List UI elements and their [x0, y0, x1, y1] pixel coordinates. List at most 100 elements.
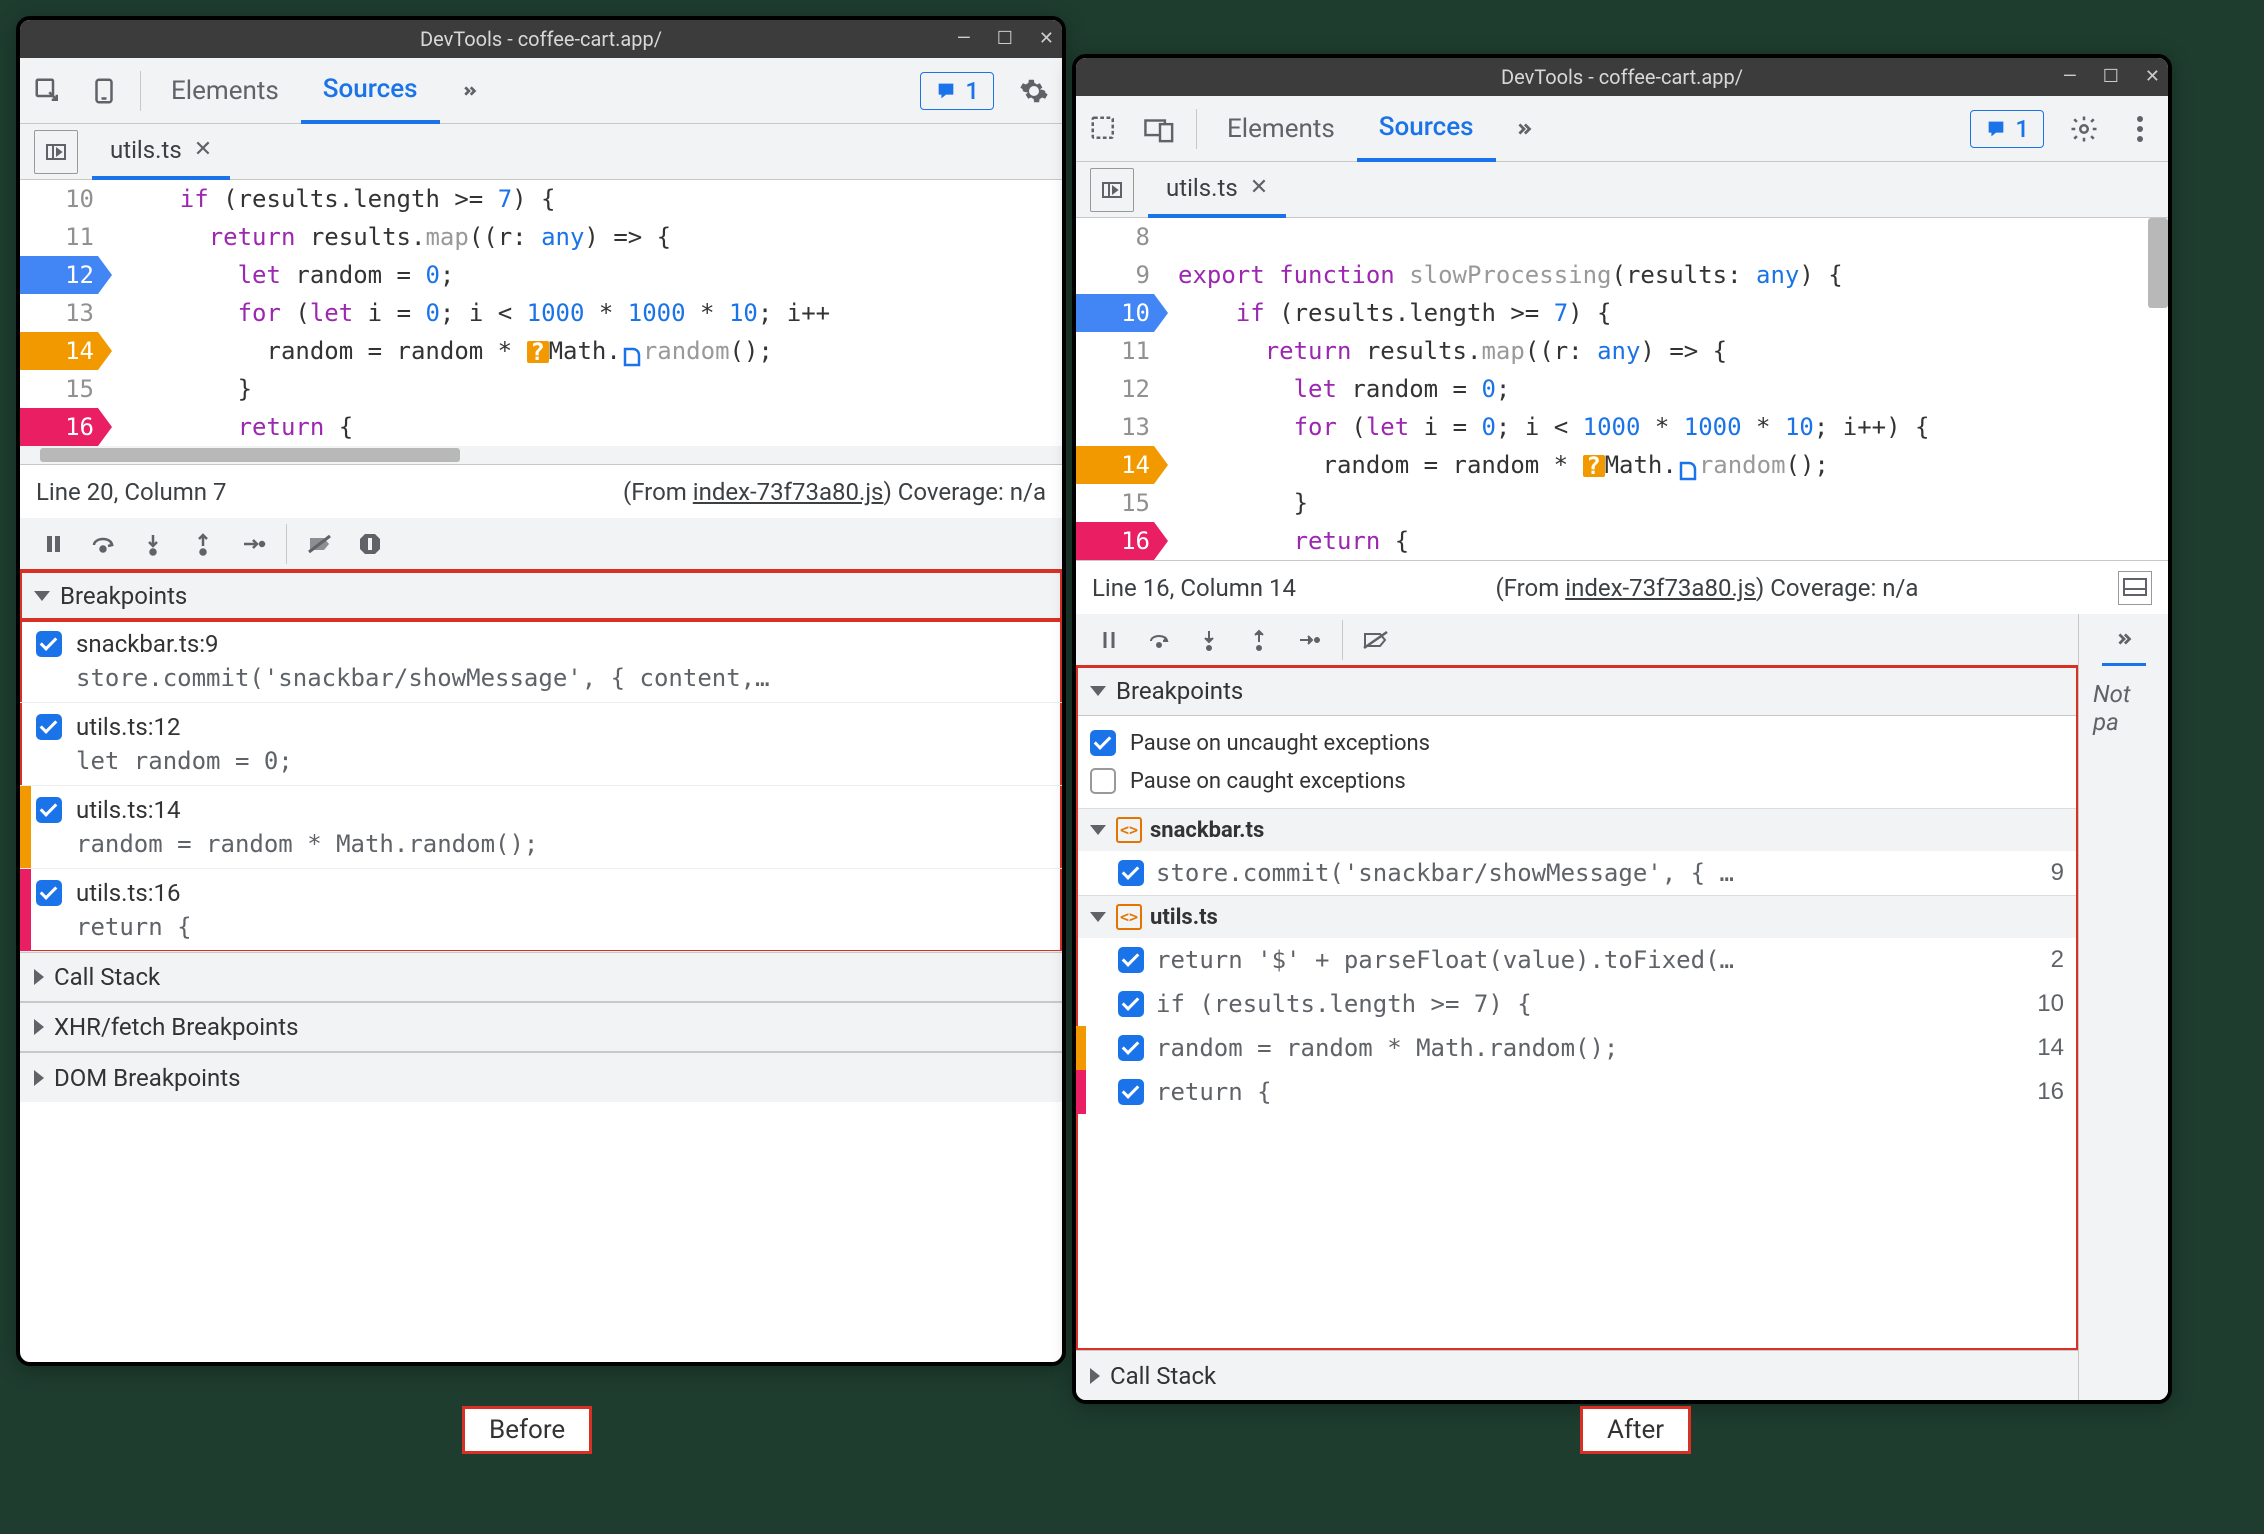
tab-elements[interactable]: Elements [149, 58, 301, 124]
step-over-icon[interactable] [1138, 619, 1180, 661]
gutter-line[interactable]: 15 [1076, 484, 1168, 522]
breakpoint-item[interactable]: utils.ts:12let random = 0; [20, 703, 1062, 786]
breakpoint-checkbox[interactable] [1118, 1079, 1144, 1105]
section-breakpoints[interactable]: Breakpoints [20, 570, 1062, 620]
code-line[interactable]: export function slowProcessing(results: … [1168, 256, 1843, 294]
inspect-icon[interactable] [1082, 107, 1126, 151]
breakpoint-checkbox[interactable] [36, 631, 62, 657]
section-call-stack[interactable]: Call Stack [1076, 1350, 2078, 1400]
gutter-line[interactable]: 16••• [1076, 522, 1168, 560]
gutter-line[interactable]: 13 [20, 294, 112, 332]
maximize-icon[interactable]: ☐ [997, 30, 1013, 48]
step-icon[interactable] [232, 523, 274, 565]
pause-exceptions-icon[interactable] [349, 523, 391, 565]
section-call-stack[interactable]: Call Stack [20, 952, 1062, 1002]
close-tab-icon[interactable]: ✕ [194, 137, 212, 162]
deactivate-breakpoints-icon[interactable] [1355, 619, 1397, 661]
toggle-navigator-icon[interactable] [1090, 168, 1134, 212]
breakpoint-item[interactable]: random = random * Math.random();14 [1076, 1026, 2078, 1070]
messages-pill[interactable]: 1 [1970, 110, 2044, 148]
messages-pill[interactable]: 1 [920, 72, 994, 110]
section-breakpoints[interactable]: Breakpoints [1076, 666, 2078, 716]
h-scrollbar[interactable] [40, 448, 460, 462]
breakpoint-item[interactable]: store.commit('snackbar/showMessage', { …… [1076, 851, 2078, 895]
breakpoint-checkbox[interactable] [1118, 991, 1144, 1017]
tab-sources[interactable]: Sources [1357, 96, 1496, 162]
breakpoint-group-header[interactable]: <>snackbar.ts [1076, 808, 2078, 851]
breakpoint-item[interactable]: if (results.length >= 7) {10 [1076, 982, 2078, 1026]
code-line[interactable]: for (let i = 0; i < 1000 * 1000 * 10; i+… [1168, 408, 1929, 446]
breakpoint-checkbox[interactable] [1118, 947, 1144, 973]
gutter-line[interactable]: 9 [1076, 256, 1168, 294]
breakpoint-item[interactable]: snackbar.ts:9store.commit('snackbar/show… [20, 620, 1062, 703]
step-out-icon[interactable] [1238, 619, 1280, 661]
step-into-icon[interactable] [132, 523, 174, 565]
close-icon[interactable]: ✕ [2145, 68, 2160, 86]
toggle-navigator-icon[interactable] [34, 130, 78, 174]
minimize-icon[interactable]: ― [2063, 68, 2077, 86]
tab-elements[interactable]: Elements [1205, 96, 1357, 162]
section-xhr-breakpoints[interactable]: XHR/fetch Breakpoints [20, 1002, 1062, 1052]
gutter-line[interactable]: 11 [1076, 332, 1168, 370]
step-over-icon[interactable] [82, 523, 124, 565]
gutter-line[interactable]: 12 [1076, 370, 1168, 408]
code-line[interactable]: if (results.length >= 7) { [1168, 294, 1612, 332]
maximize-icon[interactable]: ☐ [2103, 68, 2119, 86]
breakpoint-group-header[interactable]: <>utils.ts [1076, 895, 2078, 938]
gutter-line[interactable]: 10 [20, 180, 112, 218]
gutter-line[interactable]: 12 [20, 256, 112, 294]
pause-icon[interactable] [32, 523, 74, 565]
code-line[interactable]: } [112, 370, 252, 408]
breakpoint-checkbox[interactable] [36, 714, 62, 740]
gutter-line[interactable]: 13 [1076, 408, 1168, 446]
breakpoint-item[interactable]: utils.ts:16return { [20, 869, 1062, 952]
step-out-icon[interactable] [182, 523, 224, 565]
code-line[interactable]: let random = 0; [112, 256, 454, 294]
gutter-line[interactable]: 11 [20, 218, 112, 256]
minimize-icon[interactable]: ― [957, 30, 971, 48]
breakpoint-item[interactable]: return '$' + parseFloat(value).toFixed(…… [1076, 938, 2078, 982]
checkbox[interactable] [1090, 730, 1116, 756]
code-line[interactable]: let random = 0; [1168, 370, 1510, 408]
pause-icon[interactable] [1088, 619, 1130, 661]
code-editor[interactable]: 89export function slowProcessing(results… [1076, 218, 2168, 560]
breakpoint-item[interactable]: utils.ts:14random = random * Math.random… [20, 786, 1062, 869]
code-line[interactable] [1168, 218, 1178, 256]
breakpoint-item[interactable]: return {16 [1076, 1070, 2078, 1114]
code-editor[interactable]: 10 if (results.length >= 7) {11 return r… [20, 180, 1062, 446]
toggle-panel-icon[interactable] [2118, 571, 2152, 605]
code-line[interactable]: return { [1168, 522, 1409, 560]
file-tab-utils[interactable]: utils.ts ✕ [1148, 162, 1286, 218]
breakpoint-checkbox[interactable] [1118, 860, 1144, 886]
step-into-icon[interactable] [1188, 619, 1230, 661]
more-tabs-icon[interactable] [1502, 107, 1546, 151]
gutter-line[interactable]: 16••• [20, 408, 112, 446]
more-tabs-icon[interactable] [2102, 622, 2146, 666]
settings-icon[interactable] [2062, 107, 2106, 151]
close-icon[interactable]: ✕ [1039, 30, 1054, 48]
pause-option[interactable]: Pause on caught exceptions [1090, 762, 2064, 800]
code-line[interactable]: return results.map((r: any) => { [1168, 332, 1727, 370]
checkbox[interactable] [1090, 768, 1116, 794]
inspect-icon[interactable] [26, 69, 70, 113]
pause-option[interactable]: Pause on uncaught exceptions [1090, 724, 2064, 762]
breakpoint-checkbox[interactable] [36, 797, 62, 823]
section-dom-breakpoints[interactable]: DOM Breakpoints [20, 1052, 1062, 1102]
gutter-line[interactable]: 15 [20, 370, 112, 408]
more-tabs-icon[interactable] [446, 69, 490, 113]
code-line[interactable]: return { [112, 408, 353, 446]
settings-icon[interactable] [1012, 69, 1056, 113]
code-line[interactable]: random = random * ?Math.random(); [112, 332, 773, 370]
code-line[interactable]: } [1168, 484, 1308, 522]
deactivate-breakpoints-icon[interactable] [299, 523, 341, 565]
close-tab-icon[interactable]: ✕ [1250, 175, 1268, 200]
tab-sources[interactable]: Sources [301, 58, 440, 124]
v-scrollbar[interactable] [2148, 218, 2168, 308]
breakpoint-checkbox[interactable] [36, 880, 62, 906]
gutter-line[interactable]: 8 [1076, 218, 1168, 256]
file-tab-utils[interactable]: utils.ts ✕ [92, 124, 230, 180]
code-line[interactable]: for (let i = 0; i < 1000 * 1000 * 10; i+… [112, 294, 830, 332]
step-icon[interactable] [1288, 619, 1330, 661]
gutter-line[interactable]: 10 [1076, 294, 1168, 332]
code-line[interactable]: if (results.length >= 7) { [112, 180, 556, 218]
